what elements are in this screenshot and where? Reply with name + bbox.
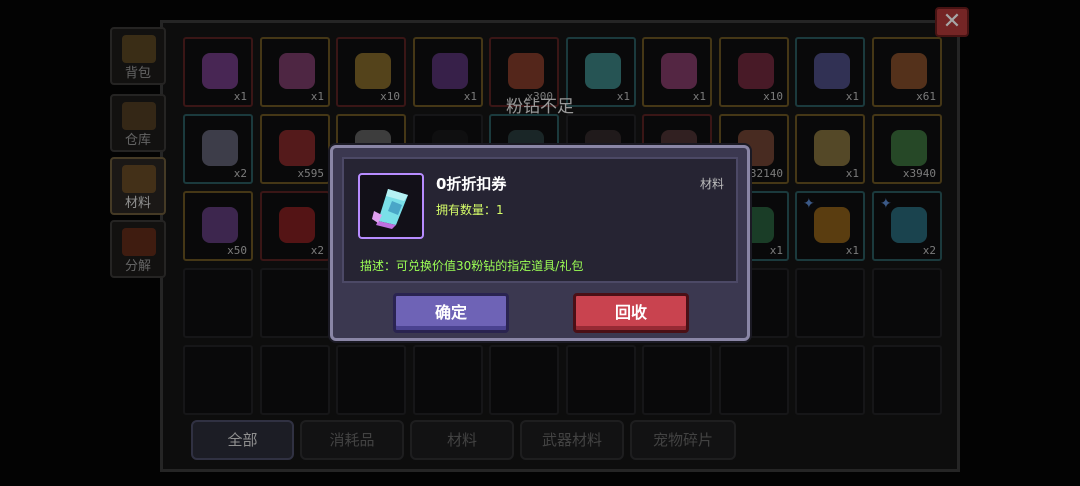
item-info-box: 0折折扣券 拥有数量：1 材料 描述：可兑换价值30粉钻的指定道具/礼包 [342, 157, 738, 283]
item-type: 材料 [699, 177, 724, 191]
coupon-icon [372, 189, 408, 229]
item-name: 0折折扣券 [436, 175, 507, 193]
confirm-button[interactable]: 确定 [393, 293, 509, 333]
item-icon-frame [358, 173, 424, 239]
item-description: 描述：可兑换价值30粉钻的指定道具/礼包 [360, 259, 584, 273]
recycle-button[interactable]: 回收 [573, 293, 689, 333]
quantity-label: 拥有数量： [436, 203, 497, 217]
item-quantity: 拥有数量：1 [436, 201, 504, 218]
item-detail-dialog: 0折折扣券 拥有数量：1 材料 描述：可兑换价值30粉钻的指定道具/礼包 确定 … [330, 145, 750, 341]
quantity-value: 1 [496, 203, 504, 217]
